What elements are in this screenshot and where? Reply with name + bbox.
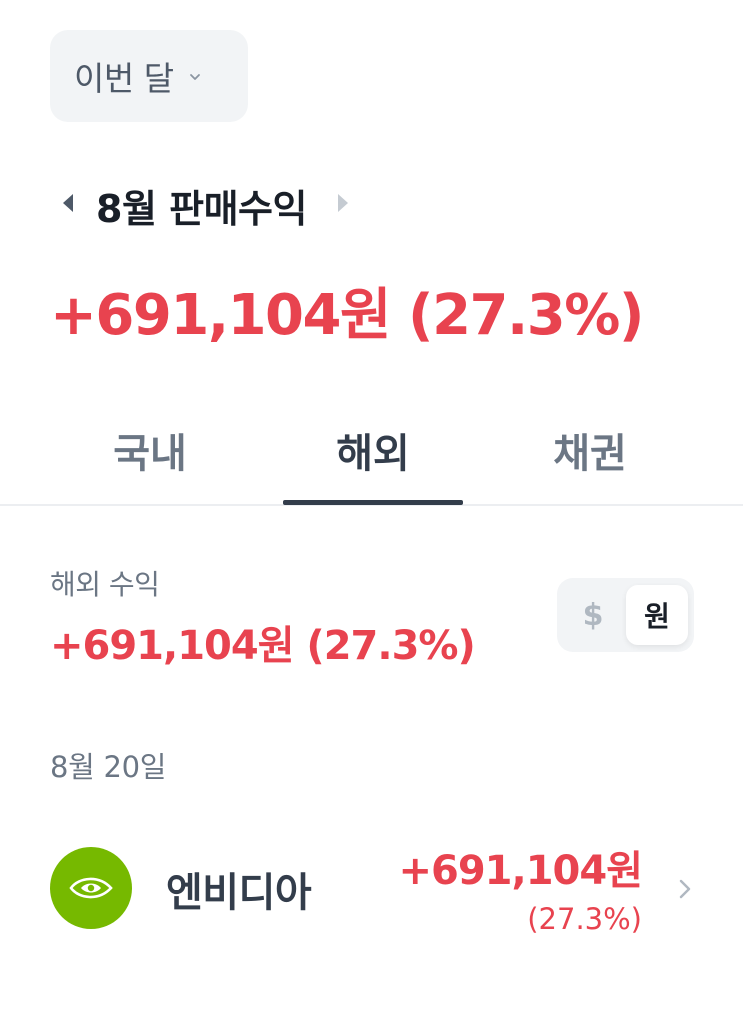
period-dropdown-button[interactable]: 이번 달 xyxy=(50,30,248,122)
record-date: 8월 20일 xyxy=(50,750,167,784)
chevron-right-icon xyxy=(677,877,693,901)
currency-krw-option[interactable]: 원 xyxy=(626,585,688,645)
list-item[interactable]: 엔비디아 +691,104원 (27.3%) xyxy=(0,820,743,950)
tab-bonds-label: 채권 xyxy=(553,431,627,477)
tab-domestic-label: 국내 xyxy=(113,431,187,477)
overseas-profit-amount: +691,104원 (27.3%) xyxy=(50,623,476,669)
month-title: 8월 판매수익 xyxy=(96,186,307,231)
currency-usd-option[interactable]: $ xyxy=(563,585,623,645)
chevron-down-icon xyxy=(188,69,202,83)
caret-left-icon xyxy=(61,192,75,218)
period-label: 이번 달 xyxy=(74,59,174,98)
tab-domestic[interactable]: 국내 xyxy=(60,405,240,504)
total-profit-amount: +691,104원 (27.3%) xyxy=(50,283,644,348)
currency-toggle: $ 원 xyxy=(557,578,694,652)
next-month-button[interactable] xyxy=(329,185,357,225)
overseas-profit-label: 해외 수익 xyxy=(50,568,160,601)
stock-name: 엔비디아 xyxy=(166,870,312,916)
tab-bonds[interactable]: 채권 xyxy=(500,405,680,504)
month-navigation: 8월 판매수익 xyxy=(54,180,357,231)
sales-profit-screen: 이번 달 8월 판매수익 +691,104원 (27.3%) 국내 해외 채권 xyxy=(0,0,743,1011)
stock-profit: +691,104원 xyxy=(398,848,643,894)
active-tab-indicator xyxy=(283,500,463,505)
stock-profit-rate: (27.3%) xyxy=(527,902,642,936)
market-tabs: 국내 해외 채권 xyxy=(0,405,743,506)
caret-right-icon xyxy=(336,192,350,218)
tab-overseas[interactable]: 해외 xyxy=(283,405,463,504)
nvidia-logo-icon xyxy=(50,847,132,929)
previous-month-button[interactable] xyxy=(54,185,82,225)
tab-overseas-label: 해외 xyxy=(336,431,410,477)
